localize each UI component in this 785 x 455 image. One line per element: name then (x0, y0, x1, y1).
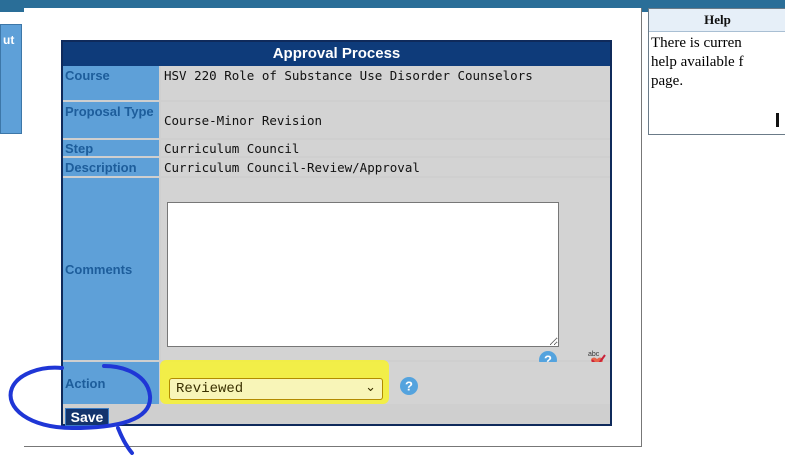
help-text: There is curren help available f page. (651, 35, 744, 89)
help-text-cursor (776, 113, 779, 127)
action-help-icon[interactable]: ? (399, 376, 419, 401)
proposal-type-value: Course-Minor Revision (161, 102, 610, 140)
action-select[interactable]: Reviewed ⌄ (169, 378, 383, 400)
course-value: HSV 220 Role of Substance Use Disorder C… (161, 66, 610, 102)
description-value: Curriculum Council-Review/Approval (161, 158, 610, 178)
proposal-type-label: Proposal Type (63, 102, 161, 140)
action-select-value: Reviewed (176, 381, 244, 397)
comments-textarea[interactable] (167, 202, 559, 347)
help-title: Help (649, 9, 785, 32)
dropdown-caret-icon: ⌄ (365, 380, 376, 395)
help-panel: Help There is curren help available f pa… (648, 8, 785, 135)
svg-text:?: ? (405, 379, 413, 394)
course-label: Course (63, 66, 161, 102)
description-label: Description (63, 158, 161, 178)
step-label: Step (63, 140, 161, 158)
step-value: Curriculum Council (161, 140, 610, 158)
comments-label: Comments (63, 178, 161, 362)
side-tab-label: ut (3, 33, 15, 47)
svg-text:abc: abc (588, 351, 600, 358)
form-title: Approval Process (63, 42, 610, 66)
side-tab[interactable]: ut (0, 24, 22, 134)
circle-annotation (8, 364, 153, 455)
